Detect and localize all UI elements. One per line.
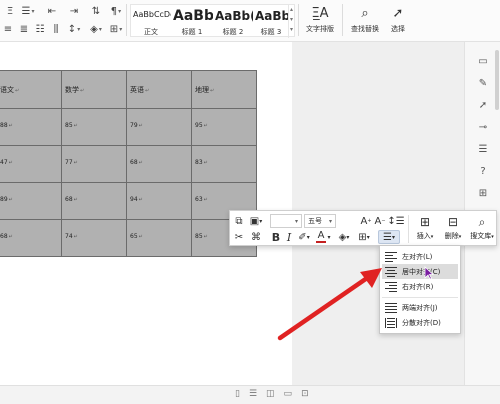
select-button[interactable]: ➚ 选择 [386,4,410,37]
outline-view-icon[interactable]: ☰ [249,389,257,399]
bold-button[interactable]: B [270,230,282,244]
menu-item-align-distributed[interactable]: 分散对齐(D) [382,315,458,330]
shading-icon[interactable]: ◈ ▾ [88,22,104,36]
shrink-font-icon[interactable]: A − [374,214,386,228]
show-marks-icon[interactable]: ¶ ▾ [108,4,124,18]
cut-icon[interactable]: ✂ [232,230,246,244]
menu-item-align-center[interactable]: 居中对齐(C) [382,264,458,279]
sliders-icon[interactable]: ☰ [475,142,491,156]
line-spacing-icon[interactable]: ↕☰ [387,214,404,228]
table-row: 68↵ 74↵ 65↵ 85↵ [0,219,257,257]
style-heading-3[interactable]: AaBbC 标题 3 [253,5,289,38]
paste-icon[interactable]: ▣ ▾ [248,214,264,228]
table-cell[interactable]: 68↵ [61,182,127,220]
text-layout-icon: Ξ̲A [311,5,329,21]
alignment-dropdown-button[interactable]: ☰ ▾ [378,230,400,244]
table-header-cell[interactable]: 数学↵ [61,70,127,109]
table-cell[interactable]: 65↵ [126,219,192,257]
paragraph-list-icon[interactable]: ☰ ▾ [20,4,36,18]
table-cell[interactable]: 77↵ [61,145,127,183]
pen-icon[interactable]: ✎ [475,76,491,90]
table-cell[interactable]: 74↵ [61,219,127,257]
table-cell[interactable]: 95↵ [191,108,257,146]
pointer-icon[interactable]: ➚ [475,98,491,112]
table-header-cell[interactable]: 英语↵ [126,70,192,109]
shading-icon[interactable]: ◈ ▾ [336,230,352,244]
justify-icon[interactable]: ☷ [32,22,48,36]
floating-format-toolbar: ⧉ ▣ ▾ ▾ 五号 ▾ A + A − ↕☰ ✂ ⌘ B I ✐ ▾ A ▾ ◈ ▾ ⊞ ▾… [229,210,497,246]
search-document-icon: ⌕ [478,214,486,229]
table-cell[interactable]: 89↵ [0,182,62,220]
font-size-select[interactable]: 五号 ▾ [304,214,336,228]
help-icon[interactable]: ? [475,164,491,178]
table-cell[interactable]: 68↵ [126,145,192,183]
table-row: 89↵ 68↵ 94↵ 63↵ [0,182,257,220]
read-mode-icon[interactable]: ▭ [284,389,293,399]
menu-item-align-left[interactable]: 左对齐(L) [382,249,458,264]
table-header-cell[interactable]: 语文↵ [0,70,62,109]
task-pane-icon[interactable]: ▭ [475,54,491,68]
text-layout-button[interactable]: Ξ̲A 文字排版 [302,4,338,37]
table-cell[interactable]: 94↵ [126,182,192,220]
style-gallery: AaBbCcDd 正文 AaBb 标题 1 AaBb( 标题 2 AaBbC 标… [130,4,295,38]
mouse-cursor-icon [424,266,434,280]
menu-item-align-right[interactable]: 右对齐(R) [382,279,458,294]
style-body[interactable]: AaBbCcDd 正文 [131,5,171,38]
table-header-cell[interactable]: 地理↵ [191,70,257,109]
alignment-menu: 左对齐(L) 居中对齐(C) 右对齐(R) 两端对齐(J) 分散对齐(D) [379,245,461,334]
insert-button[interactable]: ⊞ 插入▾ [412,214,438,245]
table-cell[interactable]: 83↵ [191,145,257,183]
table-cell[interactable]: 88↵ [0,108,62,146]
translate-icon[interactable]: ⊞ [475,186,491,200]
font-size-shrink-icon[interactable]: Ξ [2,4,18,18]
ribbon-toolbar: Ξ ☰ ▾ ⇤ ⇥ ⇅ ¶ ▾ ≡ ≣ ☷ ⫼ ↕ ▾ ◈ ▾ ⊞ ▾ AaBbCcDd … [0,0,500,42]
magnifier-icon: ⌕ [361,5,369,21]
find-replace-button[interactable]: ⌕ 查找替换 [348,4,382,37]
italic-button[interactable]: I [284,230,294,244]
chevron-down-icon[interactable]: ▾ [326,230,332,244]
table-cell[interactable]: 47↵ [0,145,62,183]
menu-item-align-justify[interactable]: 两端对齐(J) [382,300,458,315]
align-center-icon[interactable]: ≡ [0,22,16,36]
table-cell[interactable]: 85↵ [61,108,127,146]
highlight-icon[interactable]: ✐ ▾ [296,230,312,244]
align-right-icon[interactable]: ≣ [16,22,32,36]
decrease-indent-icon[interactable]: ⇤ [44,4,60,18]
pointer-icon: ➚ [392,5,404,21]
copy-icon[interactable]: ⧉ [232,214,246,228]
style-heading-2[interactable]: AaBb( 标题 2 [213,5,253,38]
line-spacing-icon[interactable]: ↕ ▾ [66,22,82,36]
delete-button[interactable]: ⊟ 删除▾ [440,214,466,245]
table-cell[interactable]: 68↵ [0,219,62,257]
grow-font-icon[interactable]: A + [360,214,372,228]
font-name-select[interactable]: ▾ [270,214,302,228]
delete-table-icon: ⊟ [447,215,459,229]
increase-indent-icon[interactable]: ⇥ [66,4,82,18]
focus-mode-icon[interactable]: ⊡ [301,389,309,399]
distribute-icon[interactable]: ⫼ [48,22,64,36]
border-icon[interactable]: ⊞ ▾ [108,22,124,36]
insert-table-icon: ⊞ [419,215,431,229]
table-header-row: 语文↵ 数学↵ 英语↵ 地理↵ [0,70,257,109]
table-row: 47↵ 77↵ 68↵ 83↵ [0,145,257,183]
adjust-icon[interactable]: ⊸ [475,120,491,134]
font-color-button[interactable]: A [316,230,326,243]
grade-table: 语文↵ 数学↵ 英语↵ 地理↵ 88↵ 85↵ 79↵ 95↵ 47↵ 77↵ … [0,70,257,257]
align-left-icon [385,251,397,262]
page-view-icon[interactable]: ▯ [235,389,240,399]
border-icon[interactable]: ⊞ ▾ [356,230,372,244]
sort-icon[interactable]: ⇅ [88,4,104,18]
table-row: 88↵ 85↵ 79↵ 95↵ [0,108,257,146]
annotation-arrow-icon [277,268,382,341]
format-painter-icon[interactable]: ⌘ [248,230,264,244]
status-bar: ▯ ☰ ◫ ▭ ⊡ [0,385,500,404]
table-cell[interactable]: 79↵ [126,108,192,146]
search-library-button[interactable]: ⌕ 搜文库▾ [468,214,496,245]
style-heading-1[interactable]: AaBb 标题 1 [171,5,213,38]
style-gallery-scroll-icon[interactable]: ▴ ▾ ▾ [288,5,294,38]
web-view-icon[interactable]: ◫ [266,389,275,399]
